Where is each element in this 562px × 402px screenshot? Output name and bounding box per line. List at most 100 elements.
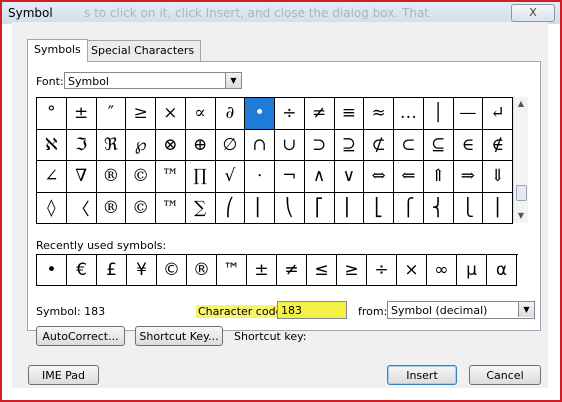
symbol-cell[interactable]: ®: [96, 161, 127, 193]
symbol-cell[interactable]: ℘: [126, 129, 156, 161]
symbol-cell[interactable]: ⊂: [394, 129, 424, 161]
chevron-down-icon[interactable]: ▼: [518, 302, 534, 317]
symbol-cell[interactable]: …: [394, 98, 424, 130]
symbol-cell[interactable]: •: [245, 98, 275, 130]
font-dropdown[interactable]: Symbol ▼: [64, 72, 242, 89]
symbol-cell[interactable]: ⊄: [364, 129, 394, 161]
symbol-cell[interactable]: ÷: [275, 98, 305, 130]
recent-symbol-cell[interactable]: •: [37, 255, 67, 286]
symbol-cell[interactable]: ″: [96, 98, 127, 130]
symbol-cell[interactable]: ⎪: [483, 192, 513, 224]
symbol-cell[interactable]: ®: [96, 192, 127, 224]
symbol-cell[interactable]: ¬: [275, 161, 305, 193]
symbol-cell[interactable]: ≥: [126, 98, 156, 130]
symbol-cell[interactable]: ⎩: [453, 192, 484, 224]
symbol-cell[interactable]: 〈: [66, 192, 97, 224]
recent-symbol-cell[interactable]: ±: [247, 255, 277, 286]
autocorrect-button[interactable]: AutoCorrect...: [36, 326, 125, 346]
symbol-cell[interactable]: ⇓: [483, 161, 513, 193]
recent-symbol-cell[interactable]: ÷: [367, 255, 397, 286]
symbol-cell[interactable]: ∂: [215, 98, 246, 130]
symbol-cell[interactable]: °: [37, 98, 67, 130]
chevron-down-icon[interactable]: ▼: [225, 73, 241, 88]
recent-symbol-cell[interactable]: α: [487, 255, 517, 286]
symbol-cell[interactable]: ∠: [37, 161, 67, 193]
recent-symbol-cell[interactable]: μ: [457, 255, 487, 286]
symbol-cell[interactable]: ±: [66, 98, 97, 130]
symbol-cell[interactable]: ∑: [185, 192, 216, 224]
tab-symbols[interactable]: Symbols: [27, 39, 88, 62]
ime-pad-button[interactable]: IME Pad: [28, 365, 99, 385]
recent-symbol-cell[interactable]: ≤: [307, 255, 337, 286]
symbol-cell[interactable]: ©: [126, 192, 156, 224]
symbol-cell[interactable]: ℜ: [96, 129, 127, 161]
cancel-button[interactable]: Cancel: [469, 365, 541, 385]
symbol-cell[interactable]: ∝: [185, 98, 216, 130]
recent-symbol-cell[interactable]: £: [97, 255, 127, 286]
symbol-cell[interactable]: ⎣: [364, 192, 394, 224]
symbol-cell[interactable]: ≡: [334, 98, 365, 130]
shortcut-key-button[interactable]: Shortcut Key...: [135, 326, 223, 346]
symbol-cell[interactable]: ◊: [37, 192, 67, 224]
recent-symbol-cell[interactable]: ™: [217, 255, 247, 286]
symbol-cell[interactable]: ⎧: [394, 192, 424, 224]
symbol-cell[interactable]: ⎛: [215, 192, 246, 224]
symbol-cell[interactable]: │: [423, 98, 454, 130]
symbol-cell[interactable]: ⎜: [245, 192, 275, 224]
recent-symbol-cell[interactable]: ∞: [427, 255, 457, 286]
symbol-cell[interactable]: ⇔: [364, 161, 394, 193]
symbol-cell[interactable]: ∅: [215, 129, 246, 161]
symbol-cell[interactable]: ∨: [334, 161, 365, 193]
background-text: s to click on it, click Insert, and clos…: [84, 6, 430, 20]
symbol-cell[interactable]: ⇒: [453, 161, 484, 193]
recent-symbol-cell[interactable]: ≥: [337, 255, 367, 286]
recent-symbol-cell[interactable]: ≠: [277, 255, 307, 286]
symbol-cell[interactable]: ℵ: [37, 129, 67, 161]
symbol-cell[interactable]: ℑ: [66, 129, 97, 161]
symbol-cell[interactable]: ⎢: [334, 192, 365, 224]
character-code-input[interactable]: 183: [277, 301, 347, 319]
tab-special-characters[interactable]: Special Characters: [84, 40, 202, 61]
symbol-cell[interactable]: ⊇: [334, 129, 365, 161]
symbol-cell[interactable]: ∈: [453, 129, 484, 161]
symbol-cell[interactable]: ∇: [66, 161, 97, 193]
symbol-cell[interactable]: ∧: [304, 161, 335, 193]
symbol-cell[interactable]: ∏: [185, 161, 216, 193]
symbol-cell[interactable]: ∩: [245, 129, 275, 161]
symbol-cell[interactable]: ⊃: [304, 129, 335, 161]
close-button[interactable]: X: [511, 4, 555, 22]
symbol-cell[interactable]: ⋅: [245, 161, 275, 193]
symbol-cell[interactable]: ⎝: [275, 192, 305, 224]
symbol-cell[interactable]: ⇐: [394, 161, 424, 193]
symbol-cell[interactable]: —: [453, 98, 484, 130]
symbol-cell[interactable]: ≈: [364, 98, 394, 130]
recent-symbol-cell[interactable]: €: [67, 255, 97, 286]
symbol-cell[interactable]: ⊆: [423, 129, 454, 161]
shortcut-key-label: Shortcut key:: [234, 330, 307, 343]
scroll-thumb[interactable]: [516, 185, 527, 201]
scroll-down-icon[interactable]: ▼: [514, 209, 528, 223]
symbol-cell[interactable]: √: [215, 161, 246, 193]
symbol-cell[interactable]: ⎨: [423, 192, 454, 224]
symbol-cell[interactable]: ∪: [275, 129, 305, 161]
symbol-cell[interactable]: ™: [156, 161, 186, 193]
symbol-cell[interactable]: ©: [126, 161, 156, 193]
insert-button[interactable]: Insert: [387, 365, 457, 385]
symbol-cell[interactable]: ∉: [483, 129, 513, 161]
symbol-cell[interactable]: ⊗: [156, 129, 186, 161]
symbol-cell[interactable]: ↵: [483, 98, 513, 130]
symbol-cell[interactable]: ™: [156, 192, 186, 224]
symbol-grid-scrollbar[interactable]: ▲ ▼: [513, 97, 528, 223]
symbol-cell[interactable]: ×: [156, 98, 186, 130]
recent-symbol-cell[interactable]: ©: [157, 255, 187, 286]
symbol-cell[interactable]: ⎡: [304, 192, 335, 224]
symbol-cell[interactable]: ≠: [304, 98, 335, 130]
symbol-cell[interactable]: ⊕: [185, 129, 216, 161]
recent-symbol-cell[interactable]: ®: [187, 255, 217, 286]
from-dropdown[interactable]: Symbol (decimal) ▼: [387, 301, 535, 319]
symbol-cell[interactable]: ⇑: [423, 161, 454, 193]
recent-symbol-cell[interactable]: ×: [397, 255, 427, 286]
recent-symbol-cell[interactable]: ¥: [127, 255, 157, 286]
scroll-up-icon[interactable]: ▲: [514, 97, 528, 111]
autocorrect-button-label: AutoCorrect...: [42, 330, 119, 343]
